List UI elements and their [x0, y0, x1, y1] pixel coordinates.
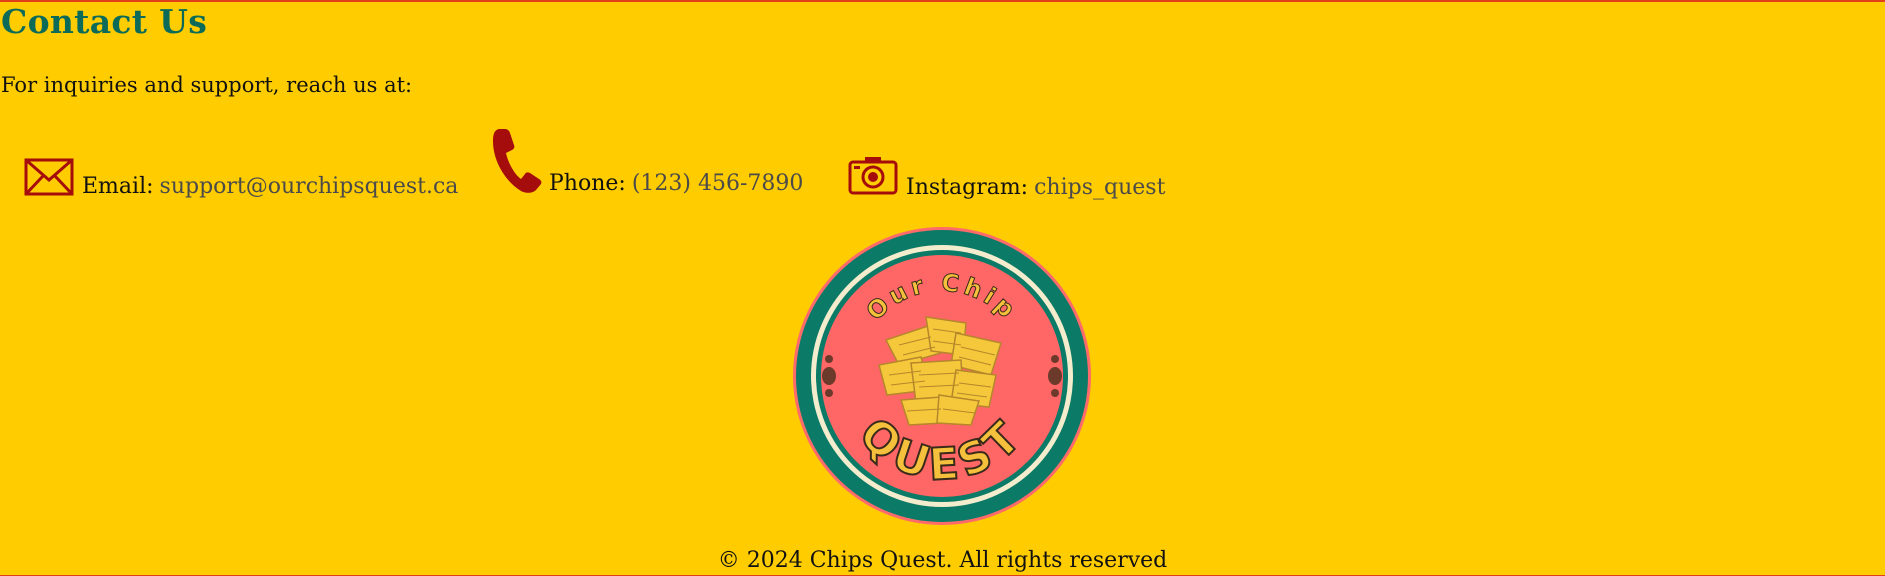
- email-link[interactable]: support@ourchipsquest.ca: [160, 176, 459, 198]
- email-label: Email:: [82, 174, 154, 199]
- envelope-icon: [24, 158, 74, 196]
- chips-quest-logo: Our Chip QUEST: [791, 225, 1093, 527]
- contact-item-email: Email: support@ourchipsquest.ca: [24, 158, 458, 198]
- instagram-link[interactable]: chips_quest: [1034, 177, 1165, 199]
- contact-intro: For inquiries and support, reach us at:: [1, 73, 413, 97]
- contact-item-phone: Phone: (123) 456-7890: [491, 127, 803, 195]
- contact-list: Email: support@ourchipsquest.ca Phone: (…: [0, 125, 1300, 205]
- contact-item-instagram: Instagram: chips_quest: [848, 155, 1165, 199]
- camera-icon: [848, 155, 898, 195]
- phone-link[interactable]: (123) 456-7890: [632, 173, 804, 195]
- phone-label: Phone:: [549, 171, 626, 196]
- instagram-label: Instagram:: [906, 175, 1029, 200]
- footer-copyright: © 2024 Chips Quest. All rights reserved: [717, 548, 1168, 573]
- contact-title: Contact Us: [1, 2, 208, 41]
- phone-icon: [491, 127, 543, 195]
